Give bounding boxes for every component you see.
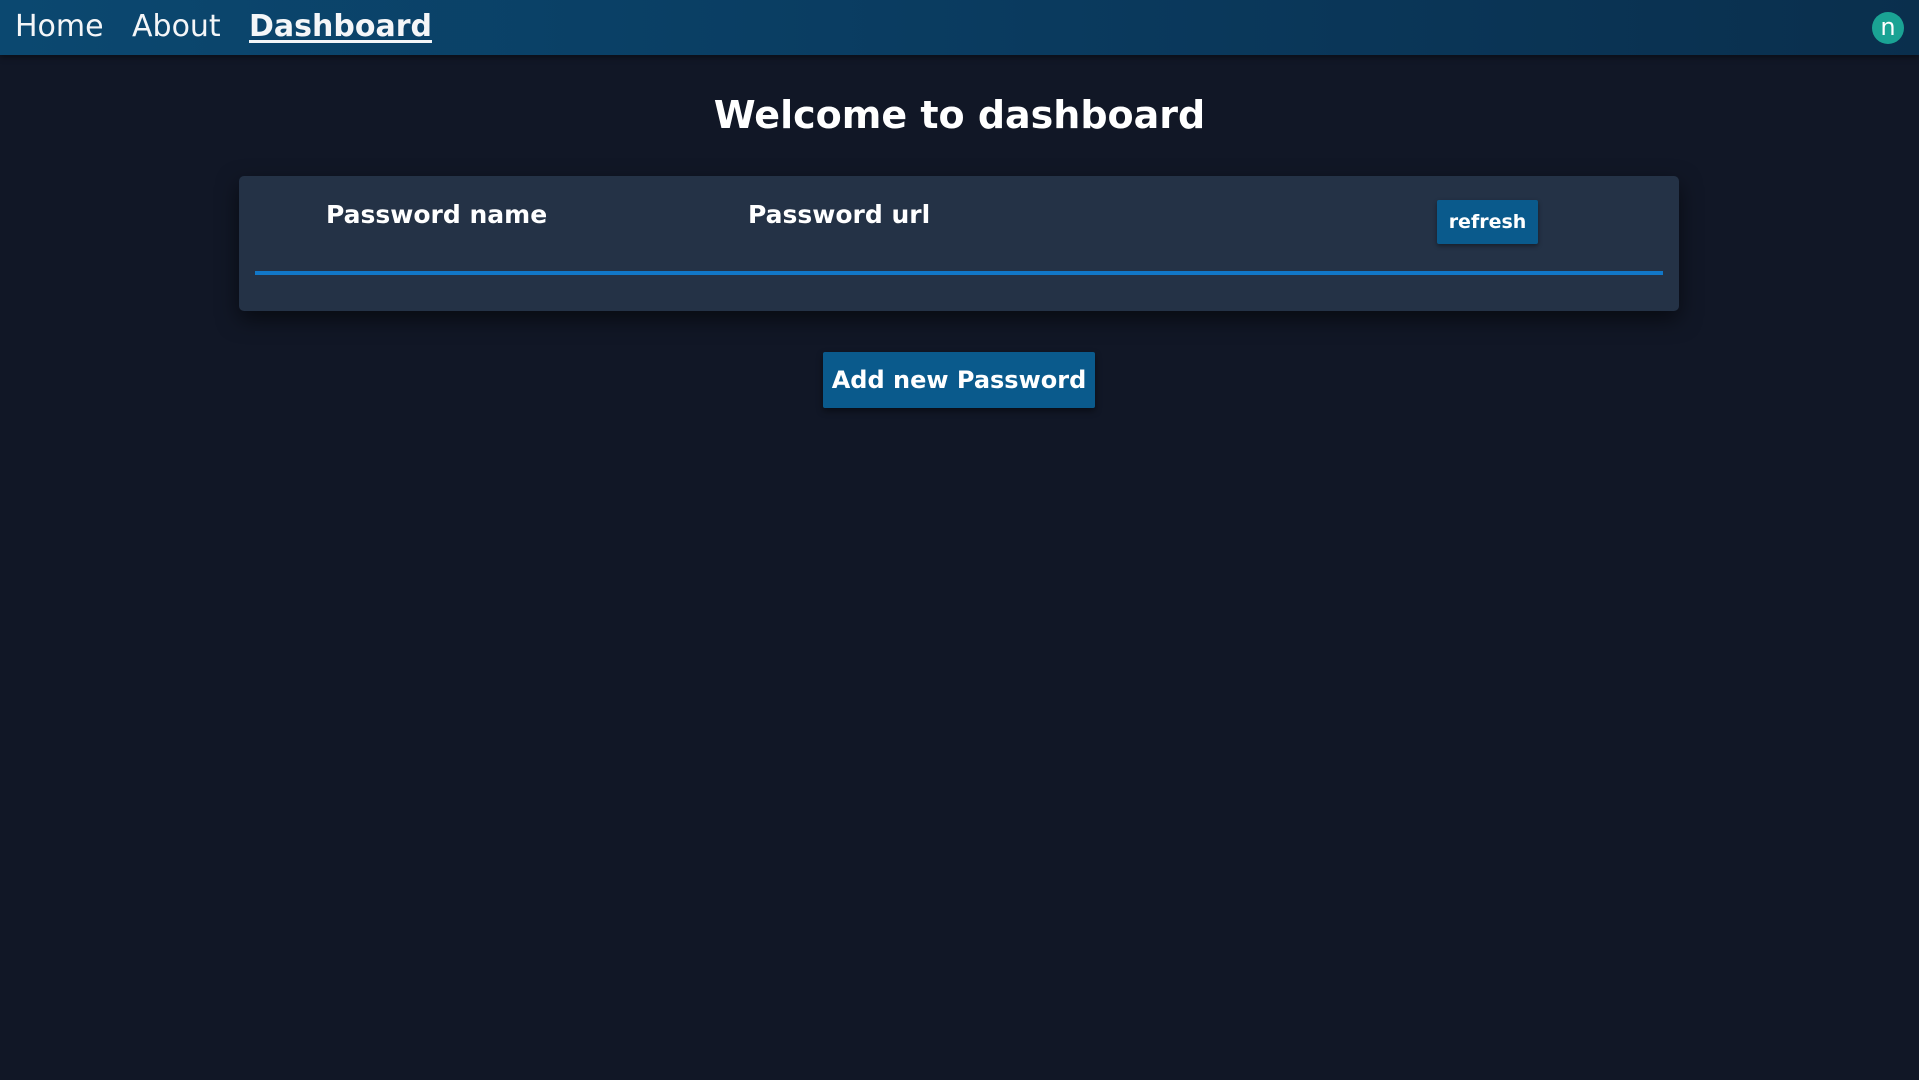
- user-avatar[interactable]: n: [1872, 12, 1904, 44]
- column-header-password-url: Password url: [748, 200, 931, 229]
- password-table-panel: Password name Password url refresh: [239, 176, 1679, 311]
- nav-link-about[interactable]: About: [132, 8, 221, 46]
- nav-link-home[interactable]: Home: [15, 8, 104, 46]
- refresh-button[interactable]: refresh: [1437, 200, 1538, 244]
- column-header-password-name: Password name: [326, 200, 548, 229]
- top-navbar: Home About Dashboard n: [0, 0, 1919, 55]
- table-header-divider: [255, 271, 1663, 275]
- page-title: Welcome to dashboard: [713, 93, 1206, 137]
- add-new-password-button[interactable]: Add new Password: [823, 352, 1095, 408]
- nav-link-dashboard[interactable]: Dashboard: [249, 8, 432, 46]
